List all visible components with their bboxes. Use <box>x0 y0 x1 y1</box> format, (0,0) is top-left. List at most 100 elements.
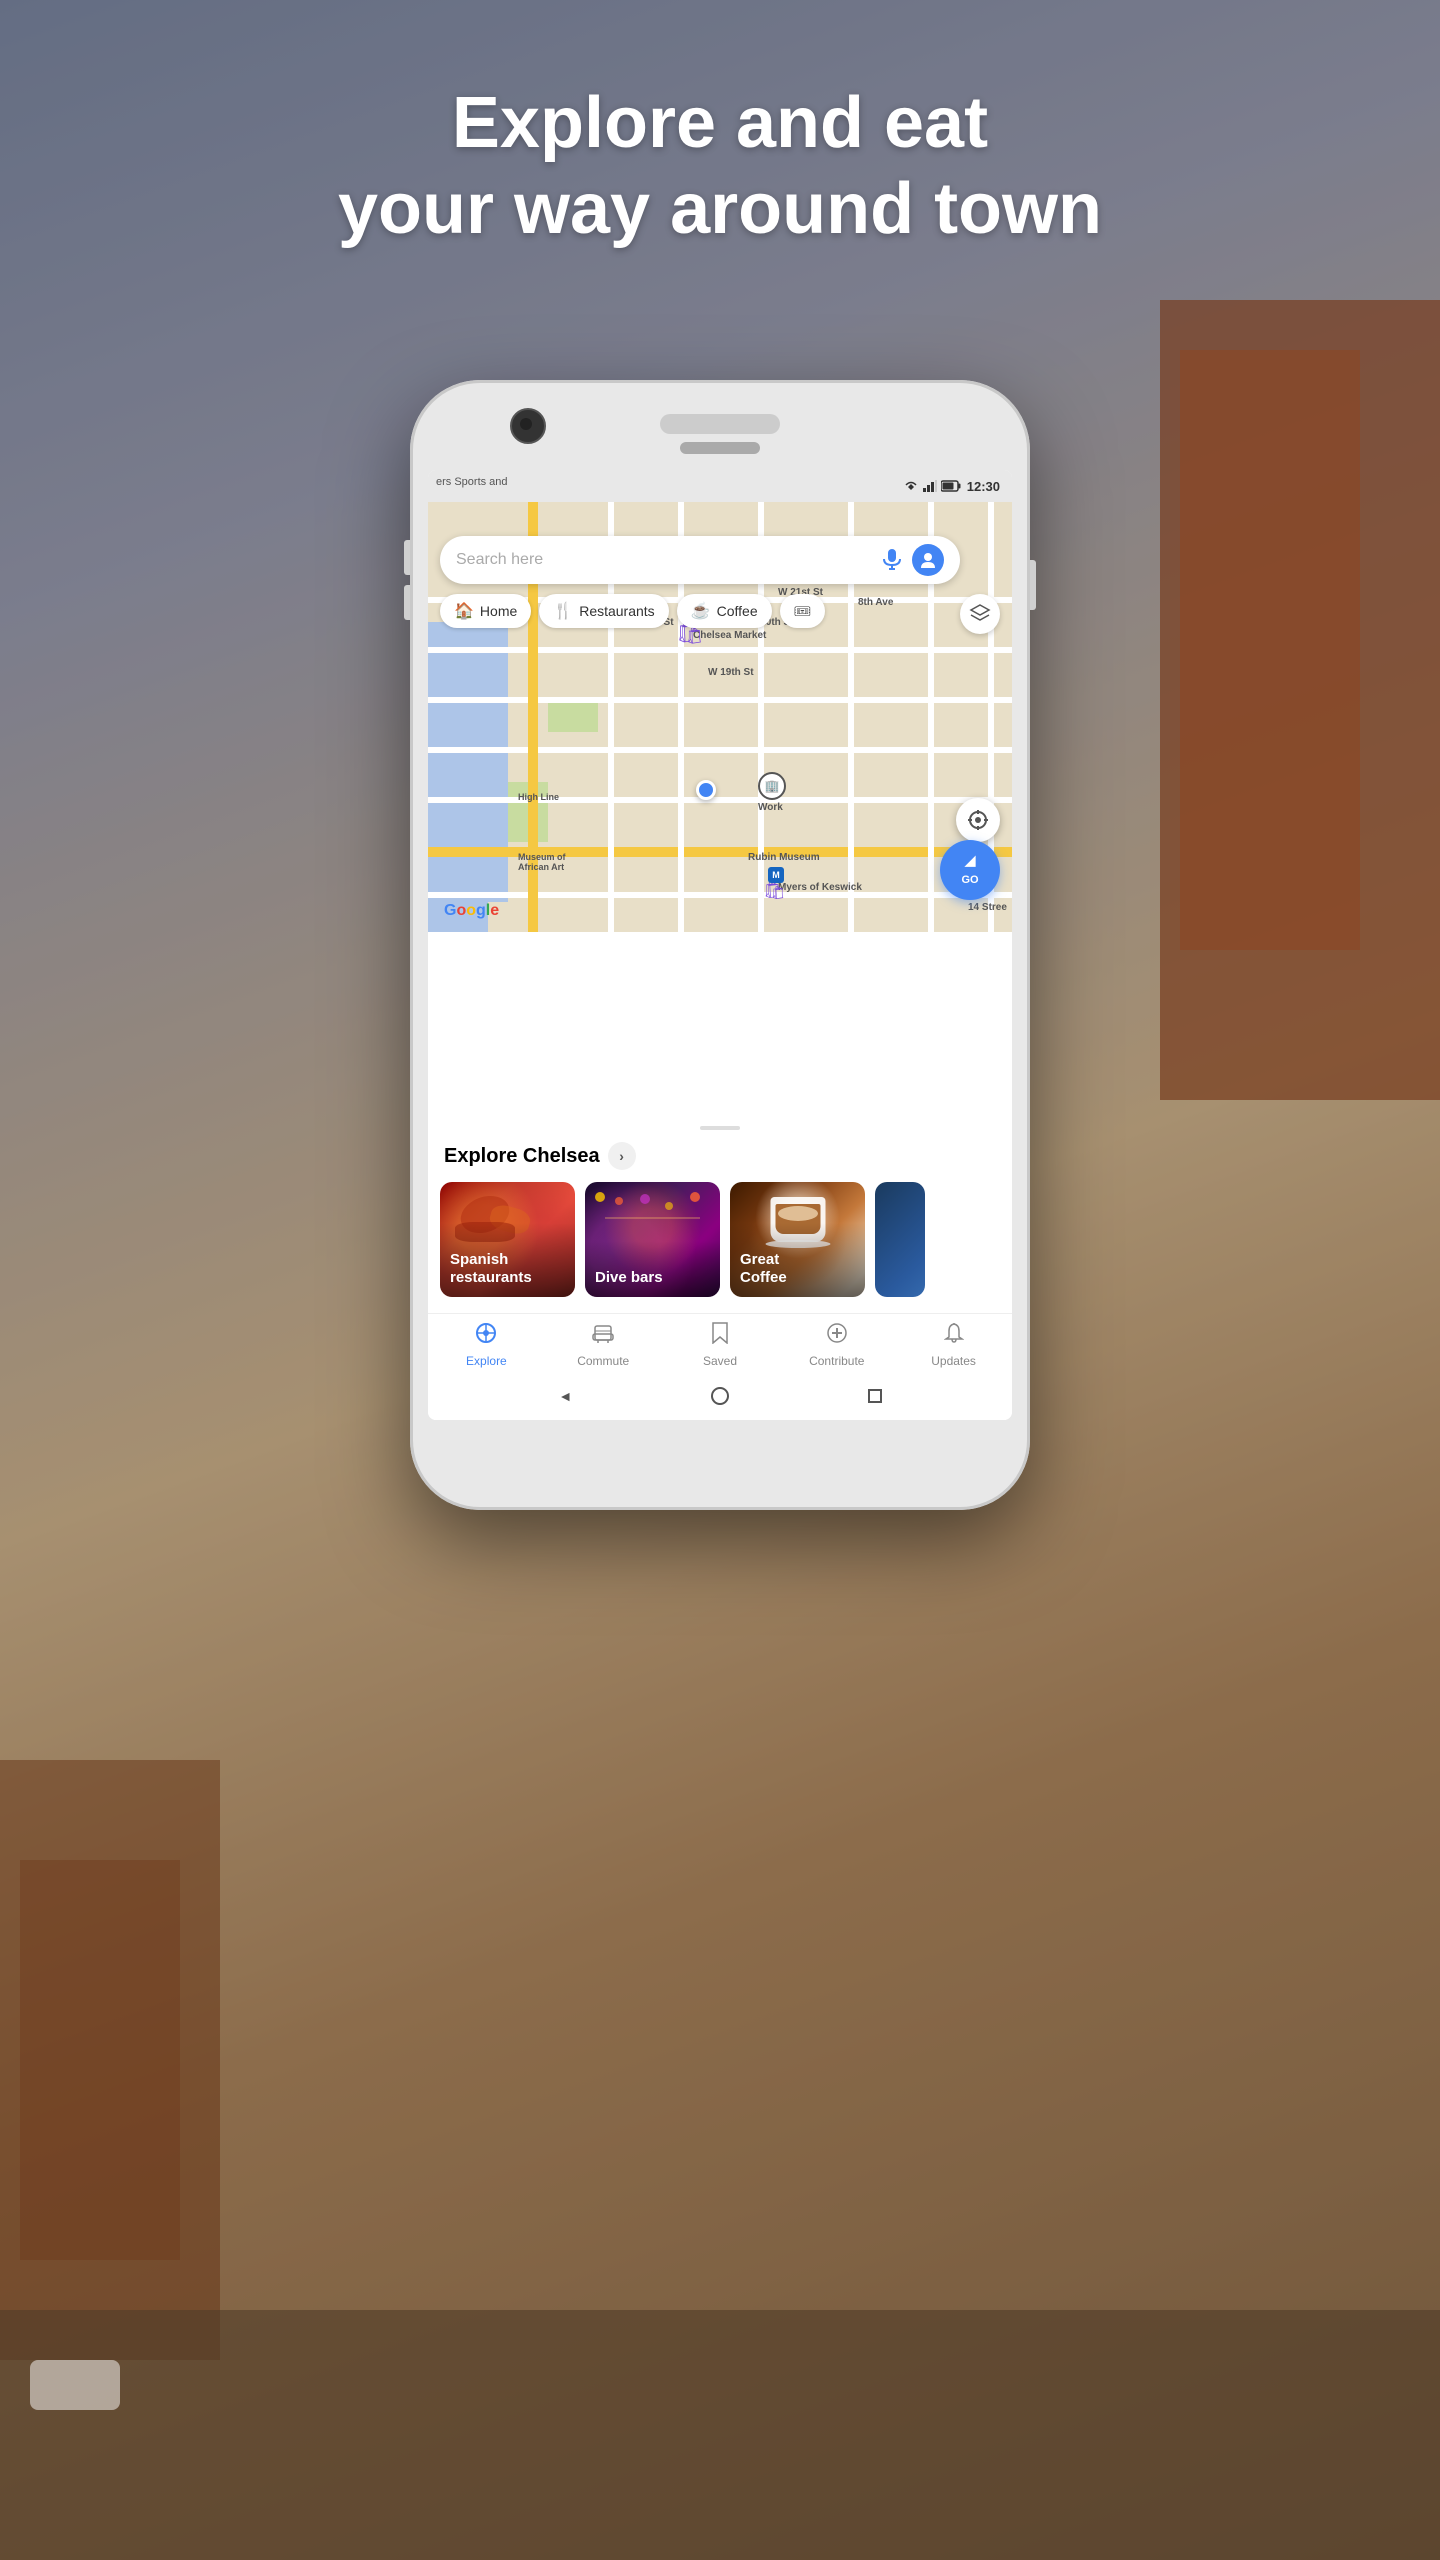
map-label-highline: High Line <box>518 792 559 802</box>
location-button[interactable] <box>956 798 1000 842</box>
vol-up-button[interactable] <box>404 540 410 575</box>
map-label-14st: 14 Stree <box>968 902 1007 913</box>
category-chips: 🏠 Home 🍴 Restaurants ☕ Coffee 🎟 <box>440 594 1012 628</box>
card-fourth-img <box>875 1182 925 1297</box>
nav-updates[interactable]: Updates <box>895 1322 1012 1368</box>
headline-line1: Explore and eat <box>0 80 1440 166</box>
status-bar: ers Sports and <box>428 470 1012 502</box>
bell-icon-svg <box>944 1322 964 1344</box>
commute-nav-icon <box>592 1322 614 1350</box>
phone-shell: ers Sports and <box>410 380 1030 1510</box>
chip-more[interactable]: 🎟 <box>780 594 826 628</box>
road-h4 <box>428 747 1012 753</box>
restaurants-chip-icon: 🍴 <box>553 601 573 621</box>
card-fourth[interactable] <box>875 1182 925 1297</box>
back-button[interactable]: ◄ <box>553 1384 577 1408</box>
chip-restaurants-label: Restaurants <box>579 603 654 619</box>
target-icon <box>967 809 989 831</box>
back-icon: ◄ <box>558 1388 572 1404</box>
explore-nav-icon <box>475 1322 497 1350</box>
work-label: Work <box>758 802 786 813</box>
saved-nav-icon <box>711 1322 729 1350</box>
saved-nav-label: Saved <box>703 1354 737 1368</box>
coffee-chip-icon: ☕ <box>691 601 711 621</box>
commute-icon-svg <box>592 1322 614 1344</box>
status-time: 12:30 <box>967 479 1000 494</box>
road-h5 <box>428 797 1012 803</box>
layer-button[interactable] <box>960 594 1000 634</box>
search-bar[interactable]: Search here <box>440 536 960 584</box>
nav-explore[interactable]: Explore <box>428 1322 545 1368</box>
directions-icon <box>960 854 980 874</box>
chip-coffee-label: Coffee <box>717 603 758 619</box>
explore-icon-svg <box>475 1322 497 1344</box>
layers-icon <box>969 603 991 625</box>
road-h2 <box>428 647 1012 653</box>
explore-nav-label: Explore <box>466 1354 507 1368</box>
myers-pin: 🛍 <box>763 880 786 901</box>
recent-square-icon <box>868 1389 882 1403</box>
account-icon <box>919 551 937 569</box>
bookmark-icon-svg <box>711 1322 729 1344</box>
bg-car <box>30 2360 120 2410</box>
mic-icon[interactable] <box>880 548 904 572</box>
card-dive-bars[interactable]: Dive bars <box>585 1182 720 1297</box>
road-h6-yellow <box>428 847 1012 857</box>
phone-screen: ers Sports and <box>428 470 1012 1420</box>
updates-nav-icon <box>944 1322 964 1350</box>
home-chip-icon: 🏠 <box>454 601 474 621</box>
map-label-chelsea: Chelsea Market <box>693 630 766 641</box>
card-great-coffee[interactable]: GreatCoffee <box>730 1182 865 1297</box>
explore-arrow-button[interactable]: › <box>608 1142 636 1170</box>
sheet-handle <box>700 1126 740 1130</box>
cards-row: Spanishrestaurants Dive bars <box>428 1182 1012 1313</box>
nav-commute[interactable]: Commute <box>545 1322 662 1368</box>
card-dive-label: Dive bars <box>585 1241 720 1297</box>
chip-home[interactable]: 🏠 Home <box>440 594 531 628</box>
microphone-svg <box>883 549 901 571</box>
nav-contribute[interactable]: Contribute <box>778 1322 895 1368</box>
go-button[interactable]: GO <box>940 840 1000 900</box>
bg-street <box>0 2310 1440 2560</box>
chip-restaurants[interactable]: 🍴 Restaurants <box>539 594 668 628</box>
bottom-nav: Explore Commute <box>428 1313 1012 1372</box>
contribute-nav-icon <box>826 1322 848 1350</box>
map-label-myers: Myers of Keswick <box>778 882 862 893</box>
card-spanish-label: Spanishrestaurants <box>440 1223 575 1297</box>
metro-icon: M <box>768 867 784 883</box>
battery-icon <box>941 480 961 492</box>
phone-earpiece <box>680 442 760 454</box>
card-spanish-restaurants[interactable]: Spanishrestaurants <box>440 1182 575 1297</box>
phone-speaker <box>660 414 780 434</box>
recent-button[interactable] <box>863 1384 887 1408</box>
nav-saved[interactable]: Saved <box>662 1322 779 1368</box>
user-avatar[interactable] <box>912 544 944 576</box>
map-label-w19: W 19th St <box>708 667 754 678</box>
contribute-icon-svg <box>826 1322 848 1344</box>
bg-building-left2 <box>20 1860 180 2260</box>
wifi-icon <box>903 480 919 492</box>
vol-down-button[interactable] <box>404 585 410 620</box>
power-button[interactable] <box>1030 560 1036 610</box>
status-icons <box>903 480 961 492</box>
headline-line2: your way around town <box>0 166 1440 252</box>
chip-coffee[interactable]: ☕ Coffee <box>677 594 772 628</box>
map-label-museum: Museum ofAfrican Art <box>518 852 566 872</box>
work-pin: 🏢 Work <box>758 772 786 813</box>
go-label: GO <box>961 874 978 886</box>
signal-icon <box>923 480 937 492</box>
chip-more-icon: 🎟 <box>794 603 812 620</box>
bg-building-right2 <box>1180 350 1360 950</box>
headline: Explore and eat your way around town <box>0 80 1440 253</box>
system-nav: ◄ <box>428 1372 1012 1420</box>
search-placeholder: Search here <box>456 551 880 569</box>
explore-header: Explore Chelsea › <box>428 1138 1012 1182</box>
road-h7 <box>428 892 1012 898</box>
home-button[interactable] <box>708 1384 732 1408</box>
google-logo: Google <box>444 902 499 920</box>
current-location-dot <box>696 780 716 800</box>
road-h3 <box>428 697 1012 703</box>
map-area[interactable]: W 18th St W 19th St W 20th St W 21st St … <box>428 502 1012 932</box>
street-name: ers Sports and <box>436 476 508 488</box>
phone-camera <box>510 408 546 444</box>
